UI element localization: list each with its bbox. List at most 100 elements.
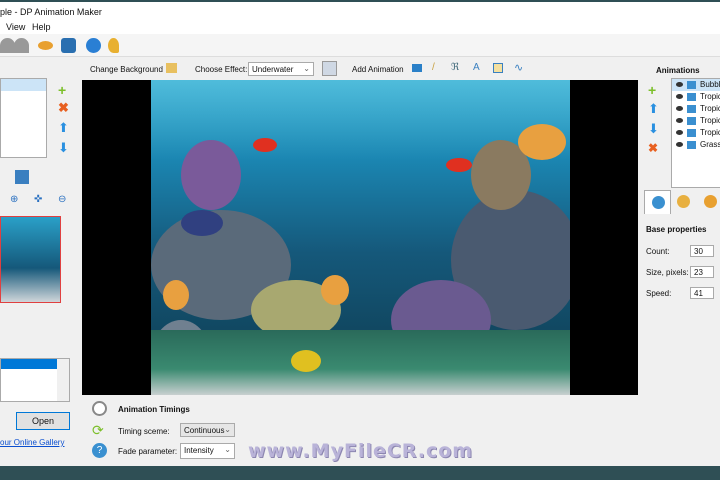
visibility-eye-icon[interactable] <box>676 82 683 87</box>
animation-name: Bubbles <box>700 80 720 89</box>
move-down-icon[interactable]: ⬇ <box>58 140 69 156</box>
animation-name: Grass <box>700 140 720 149</box>
fade-value: Intensity <box>184 446 214 455</box>
sprite-icon[interactable] <box>493 63 503 73</box>
brush-icon[interactable]: / <box>432 62 435 73</box>
count-label: Count: <box>646 247 670 256</box>
film-icon <box>687 117 696 125</box>
zoom-in-icon[interactable]: ⊕ <box>10 194 18 205</box>
fish <box>518 124 566 160</box>
add-animation-label: Add Animation <box>352 65 404 74</box>
fit-icon[interactable]: ✜ <box>34 194 42 205</box>
film-icon <box>687 81 696 89</box>
gear-icon <box>652 196 665 209</box>
help-icon[interactable]: ? <box>92 443 107 458</box>
change-background-button[interactable]: Change Background <box>90 65 163 74</box>
speed-field[interactable]: 41 <box>690 287 714 299</box>
left-panel: + ✖ ⬆ ⬇ ⊕ ✜ ⊖ Open our Online Gallery <box>0 58 80 468</box>
base-properties-title: Base properties <box>646 225 707 234</box>
list-item[interactable]: Tropical <box>672 127 720 139</box>
size-field[interactable]: 23 <box>690 266 714 278</box>
visibility-eye-icon[interactable] <box>676 118 683 123</box>
animations-title: Animations <box>656 66 700 75</box>
list-item[interactable]: Grass <box>672 139 720 151</box>
undo-icon[interactable] <box>0 38 15 53</box>
zoom-out-icon[interactable]: ⊖ <box>58 194 66 205</box>
count-field[interactable]: 30 <box>690 245 714 257</box>
choose-effect-label: Choose Effect: <box>195 65 248 74</box>
menu-help[interactable]: Help <box>32 22 51 32</box>
stopwatch-icon <box>92 401 107 416</box>
refresh-icon: ⟳ <box>92 422 104 438</box>
online-gallery-link[interactable]: our Online Gallery <box>0 438 64 447</box>
delete-icon[interactable]: ✖ <box>58 100 69 116</box>
scrollbar[interactable] <box>57 359 69 401</box>
tab-properties[interactable] <box>644 190 671 214</box>
film-icon <box>687 141 696 149</box>
main-toolbar <box>0 34 720 57</box>
move-up-icon[interactable]: ⬆ <box>648 101 659 117</box>
status-bar <box>0 466 720 480</box>
underwater-scene-image <box>151 80 570 395</box>
animations-list[interactable]: Bubbles Tropical Tropical Tropical Tropi… <box>671 78 720 188</box>
visibility-eye-icon[interactable] <box>676 130 683 135</box>
effect-select[interactable]: Underwater ⌄ <box>248 62 314 76</box>
fish <box>291 350 321 372</box>
list-item[interactable]: Bubbles <box>672 79 720 91</box>
film-icon <box>687 105 696 113</box>
path-icon[interactable]: ℜ <box>451 62 459 73</box>
move-up-icon[interactable]: ⬆ <box>58 120 69 136</box>
info-icon[interactable] <box>86 38 101 53</box>
menu-bar: View Help <box>0 20 720 34</box>
preview-eye-icon[interactable] <box>38 41 53 50</box>
speed-label: Speed: <box>646 289 672 298</box>
timing-value: Continuous <box>184 426 225 435</box>
animation-name: Tropical <box>700 104 720 113</box>
visibility-eye-icon[interactable] <box>676 142 683 147</box>
fish <box>181 210 223 236</box>
wave-icon[interactable]: ∿ <box>514 61 523 74</box>
add-icon[interactable]: + <box>58 82 66 98</box>
open-button[interactable]: Open <box>16 412 70 430</box>
list-item[interactable]: Tropical <box>672 103 720 115</box>
export-icon[interactable] <box>61 38 76 53</box>
image-icon[interactable] <box>15 170 29 184</box>
effect-settings-icon[interactable] <box>322 61 337 76</box>
fade-select[interactable]: Intensity ⌄ <box>180 443 235 459</box>
text-icon[interactable]: A <box>473 62 480 73</box>
add-film-icon[interactable] <box>412 64 422 72</box>
effects-toolbar: Change Background Choose Effect: Underwa… <box>82 58 640 80</box>
right-panel: Animations + ⬆ ⬇ ✖ Bubbles Tropical Trop… <box>640 58 720 468</box>
film-icon <box>687 129 696 137</box>
visibility-eye-icon[interactable] <box>676 106 683 111</box>
watermark: www.MyFileCR.com <box>248 440 474 462</box>
animation-name: Tropical <box>700 92 720 101</box>
visibility-eye-icon[interactable] <box>676 94 683 99</box>
animation-name: Tropical <box>700 128 720 137</box>
timing-label: Timing sceme: <box>118 427 170 436</box>
menu-view[interactable]: View <box>6 22 25 32</box>
list-item[interactable]: Tropical <box>672 115 720 127</box>
scene-list[interactable] <box>0 78 47 158</box>
key-icon[interactable] <box>108 38 119 53</box>
tab-palette[interactable] <box>677 195 690 208</box>
timing-select[interactable]: Continuous ⌄ <box>180 423 235 437</box>
window-title: ple - DP Animation Maker <box>0 7 102 17</box>
list-item[interactable]: Tropical <box>672 91 720 103</box>
preview-thumbnail <box>0 216 61 303</box>
file-list[interactable] <box>0 358 70 402</box>
fade-label: Fade parameter: <box>118 447 178 456</box>
background-icon[interactable] <box>166 63 177 73</box>
size-label: Size, pixels: <box>646 268 689 277</box>
effect-value: Underwater <box>252 65 294 74</box>
film-icon <box>687 93 696 101</box>
move-down-icon[interactable]: ⬇ <box>648 121 659 137</box>
timings-title: Animation Timings <box>118 405 190 414</box>
fish <box>321 275 349 305</box>
tab-motion[interactable] <box>704 195 717 208</box>
redo-icon[interactable] <box>14 38 29 53</box>
delete-animation-icon[interactable]: ✖ <box>648 141 658 155</box>
fish <box>446 158 472 172</box>
add-animation-icon[interactable]: + <box>648 82 656 98</box>
animation-name: Tropical <box>700 116 720 125</box>
